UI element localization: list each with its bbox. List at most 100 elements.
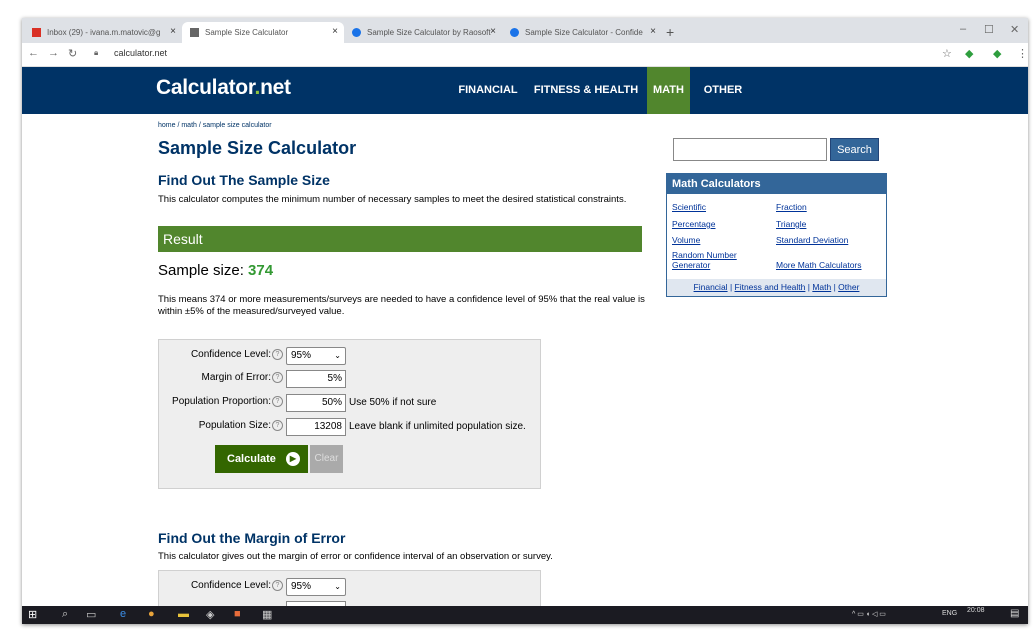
app-icon[interactable]: ■ bbox=[234, 608, 241, 620]
confidence-level-label: Confidence Level:? bbox=[159, 349, 283, 360]
forward-icon[interactable]: → bbox=[48, 47, 59, 59]
tab-raosoft[interactable]: Sample Size Calculator by Raosoft × bbox=[344, 22, 502, 43]
notifications-icon[interactable]: ▤ bbox=[1010, 608, 1019, 619]
confidence-level-select[interactable]: 95% ⌄ bbox=[286, 578, 346, 596]
nav-other[interactable]: OTHER bbox=[698, 67, 748, 114]
help-icon[interactable]: ? bbox=[272, 372, 283, 383]
link-volume[interactable]: Volume bbox=[672, 235, 700, 245]
shield-extension-icon[interactable]: ◆ bbox=[993, 47, 1001, 60]
breadcrumb[interactable]: home / math / sample size calculator bbox=[158, 122, 272, 129]
language-indicator[interactable]: ENG bbox=[942, 610, 957, 617]
star-icon[interactable]: ☆ bbox=[942, 47, 952, 60]
store-icon[interactable]: ◈ bbox=[206, 608, 214, 621]
windows-start-icon[interactable]: ⊞ bbox=[28, 608, 37, 621]
nav-math[interactable]: MATH bbox=[647, 67, 690, 114]
globe-icon bbox=[352, 28, 361, 37]
close-window-icon[interactable]: ✕ bbox=[1010, 23, 1019, 36]
link-fitness-health[interactable]: Fitness and Health bbox=[735, 282, 806, 292]
help-icon[interactable]: ? bbox=[272, 349, 283, 360]
proportion-hint: Use 50% if not sure bbox=[349, 397, 437, 408]
result-explanation: This means 374 or more measurements/surv… bbox=[158, 294, 645, 317]
tab-label: Sample Size Calculator by Raosoft bbox=[367, 28, 491, 37]
new-tab-button[interactable]: + bbox=[666, 24, 674, 40]
link-math[interactable]: Math bbox=[812, 282, 831, 292]
clear-button[interactable]: Clear bbox=[310, 445, 343, 473]
result-bar: Result bbox=[158, 226, 642, 252]
section-description: This calculator computes the minimum num… bbox=[158, 194, 627, 205]
link-scientific[interactable]: Scientific bbox=[672, 202, 706, 212]
tab-label: Inbox (29) - ivana.m.matovic@g bbox=[47, 28, 161, 37]
math-calculators-title: Math Calculators bbox=[667, 174, 886, 194]
chevron-down-icon: ⌄ bbox=[334, 351, 341, 360]
globe-icon bbox=[510, 28, 519, 37]
search-input[interactable] bbox=[673, 138, 827, 161]
math-calculators-box: Math Calculators Scientific Fraction Per… bbox=[666, 173, 887, 297]
calculator-app-icon[interactable]: ▦ bbox=[262, 608, 272, 621]
close-tab-icon[interactable]: × bbox=[650, 26, 656, 37]
section-title-sample-size: Find Out The Sample Size bbox=[158, 172, 330, 188]
windows-taskbar: ⊞ ⌕ ▭ e ● ▬ ◈ ■ ▦ ^ ▭ ◖ ◁ ▭ ENG 20:08 ▤ bbox=[22, 606, 1028, 624]
search-button[interactable]: Search bbox=[830, 138, 879, 161]
help-icon[interactable]: ? bbox=[272, 420, 283, 431]
link-triangle[interactable]: Triangle bbox=[776, 219, 806, 229]
close-tab-icon[interactable]: × bbox=[490, 26, 496, 37]
close-tab-icon[interactable]: × bbox=[332, 26, 338, 37]
minimize-icon[interactable]: – bbox=[960, 23, 966, 35]
maximize-icon[interactable]: ☐ bbox=[984, 23, 994, 36]
tab-label: Sample Size Calculator - Confide bbox=[525, 28, 643, 37]
edge-icon[interactable]: e bbox=[120, 608, 126, 620]
sample-size-result: Sample size: 374 bbox=[158, 262, 274, 279]
calculate-button[interactable]: Calculate ▶ bbox=[215, 445, 308, 473]
play-icon: ▶ bbox=[286, 452, 300, 466]
tab-label: Sample Size Calculator bbox=[205, 28, 289, 37]
tray-icons[interactable]: ^ ▭ ◖ ◁ ▭ bbox=[852, 610, 886, 618]
link-fraction[interactable]: Fraction bbox=[776, 202, 807, 212]
help-icon[interactable]: ? bbox=[272, 396, 283, 407]
tab-sample-size[interactable]: Sample Size Calculator × bbox=[182, 22, 344, 43]
gmail-icon bbox=[32, 28, 41, 37]
link-financial[interactable]: Financial bbox=[694, 282, 728, 292]
nav-financial[interactable]: FINANCIAL bbox=[452, 67, 524, 114]
confidence-level-select[interactable]: 95% ⌄ bbox=[286, 347, 346, 365]
lock-icon: 🔒︎ bbox=[94, 48, 99, 57]
population-size-hint: Leave blank if unlimited population size… bbox=[349, 421, 526, 432]
link-standard-deviation[interactable]: Standard Deviation bbox=[776, 235, 848, 245]
population-size-input[interactable]: 13208 bbox=[286, 418, 346, 436]
link-percentage[interactable]: Percentage bbox=[672, 219, 715, 229]
confidence-level-label: Confidence Level:? bbox=[159, 580, 283, 591]
help-icon[interactable]: ? bbox=[272, 580, 283, 591]
tab-strip: Inbox (29) - ivana.m.matovic@g × Sample … bbox=[22, 18, 1028, 43]
margin-of-error-label: Margin of Error:? bbox=[159, 372, 283, 383]
task-view-icon[interactable]: ▭ bbox=[86, 608, 96, 621]
margin-of-error-input[interactable]: 5% bbox=[286, 370, 346, 388]
link-other[interactable]: Other bbox=[838, 282, 859, 292]
search-icon[interactable]: ⌕ bbox=[62, 608, 68, 621]
reload-icon[interactable]: ↻ bbox=[68, 47, 77, 60]
category-links: Financial | Fitness and Health | Math | … bbox=[667, 279, 886, 296]
link-more-math[interactable]: More Math Calculators bbox=[776, 260, 862, 270]
tab-inbox[interactable]: Inbox (29) - ivana.m.matovic@g × bbox=[24, 22, 182, 43]
section-title-margin-of-error: Find Out the Margin of Error bbox=[158, 530, 346, 546]
clock[interactable]: 20:08 bbox=[967, 607, 985, 614]
chevron-down-icon: ⌄ bbox=[334, 582, 341, 591]
nav-fitness-health[interactable]: FITNESS & HEALTH bbox=[530, 67, 642, 114]
close-tab-icon[interactable]: × bbox=[170, 26, 176, 37]
menu-icon[interactable]: ⋮ bbox=[1017, 47, 1028, 60]
site-header: Calculator.net FINANCIAL FITNESS & HEALT… bbox=[22, 67, 1028, 114]
back-icon[interactable]: ← bbox=[28, 47, 39, 59]
chrome-icon[interactable]: ● bbox=[148, 608, 155, 620]
browser-window: Inbox (29) - ivana.m.matovic@g × Sample … bbox=[22, 18, 1028, 624]
tab-confidence[interactable]: Sample Size Calculator - Confide × bbox=[502, 22, 662, 43]
link-random-number-generator[interactable]: Random Number Generator bbox=[672, 250, 752, 270]
calculator-icon bbox=[190, 28, 199, 37]
shield-extension-icon[interactable]: ◆ bbox=[965, 47, 973, 60]
population-size-label: Population Size:? bbox=[159, 420, 283, 431]
address-bar: ← → ↻ 🔒︎ calculator.net ☆ ◆ ◆ ⋮ bbox=[22, 43, 1028, 67]
sample-size-form: Confidence Level:? 95% ⌄ Margin of Error:… bbox=[158, 339, 541, 489]
section2-description: This calculator gives out the margin of … bbox=[158, 551, 553, 562]
page-title: Sample Size Calculator bbox=[158, 138, 357, 158]
site-logo[interactable]: Calculator.net bbox=[156, 76, 291, 100]
folder-icon[interactable]: ▬ bbox=[178, 608, 189, 620]
url-field[interactable]: calculator.net bbox=[114, 48, 167, 58]
population-proportion-input[interactable]: 50% bbox=[286, 394, 346, 412]
